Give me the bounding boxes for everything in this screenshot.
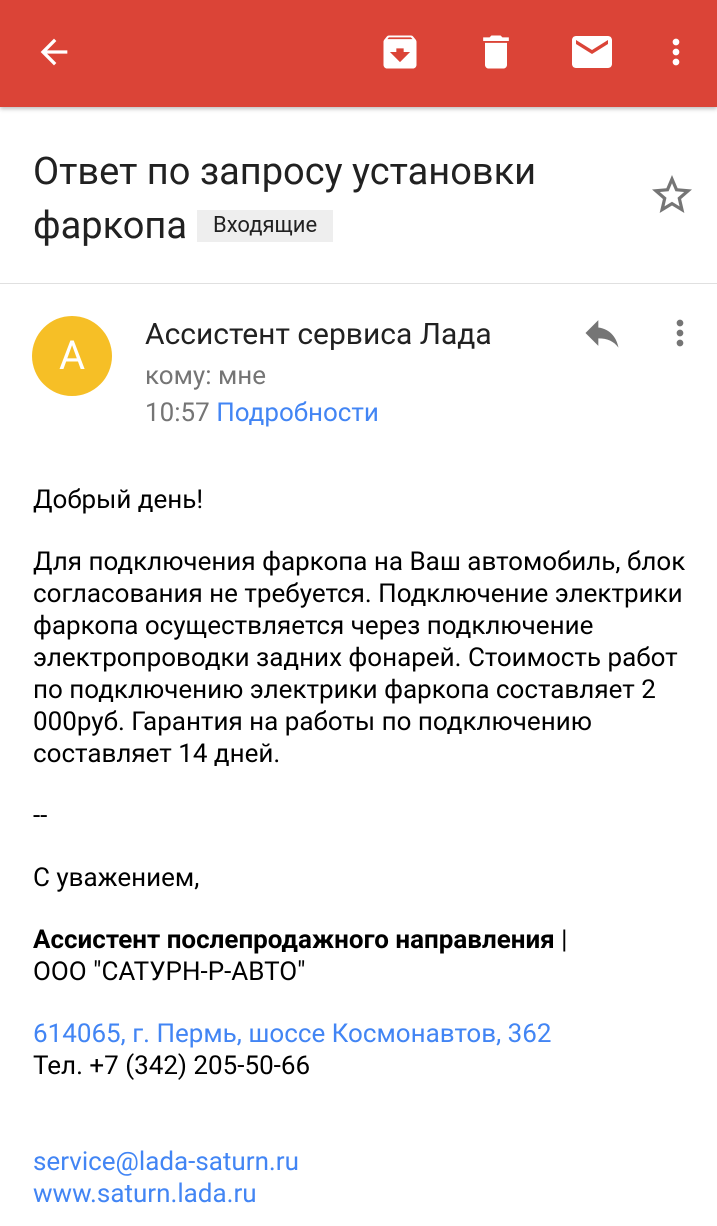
label-chip-inbox[interactable]: Входящие <box>197 210 334 242</box>
more-vert-icon <box>676 319 684 347</box>
trash-icon <box>483 35 509 69</box>
signature-company: ООО "САТУРН-Р-АВТО" <box>33 957 306 987</box>
details-link[interactable]: Подробности <box>216 398 379 428</box>
message-body: Добрый день! Для подключения фаркопа на … <box>33 484 713 1210</box>
delete-button[interactable] <box>468 24 524 80</box>
back-button[interactable] <box>26 24 82 80</box>
signature-title: Ассистент послепродажного направления <box>33 925 555 955</box>
sender-avatar[interactable]: A <box>32 316 112 396</box>
address-link[interactable]: 614065, г. Пермь, шоссе Космонавтов, 362 <box>33 1018 713 1050</box>
reply-button[interactable] <box>574 309 630 357</box>
regards: С уважением, <box>33 863 200 893</box>
email-subject: Ответ по запросу установки фаркопа Входящ… <box>33 145 613 253</box>
phone: Тел. +7 (342) 205-50-66 <box>33 1051 311 1081</box>
archive-button[interactable] <box>372 24 428 80</box>
mark-unread-button[interactable] <box>564 24 620 80</box>
signature-pipe: | <box>554 925 568 955</box>
time-line: 10:57 Подробности <box>145 395 379 431</box>
sender-name: Ассистент сервиса Лада <box>145 317 492 352</box>
more-vert-icon <box>672 38 680 66</box>
message-more-button[interactable] <box>656 309 704 357</box>
mail-icon <box>572 36 612 68</box>
signature-title-line: Ассистент послепродажного направления | <box>33 924 713 956</box>
greeting: Добрый день! <box>33 485 204 515</box>
email-link[interactable]: service@lada-saturn.ru <box>33 1146 713 1178</box>
reply-icon <box>585 320 619 348</box>
star-button[interactable] <box>648 171 696 219</box>
back-arrow-icon <box>40 38 68 66</box>
toolbar-more-button[interactable] <box>648 24 704 80</box>
top-toolbar <box>0 0 717 107</box>
website-link[interactable]: www.saturn.lada.ru <box>33 1178 713 1210</box>
star-outline-icon <box>652 175 692 213</box>
subject-header: Ответ по запросу установки фаркопа Входящ… <box>0 107 717 284</box>
archive-icon <box>383 35 417 69</box>
message-time: 10:57 <box>145 398 210 428</box>
signature-separator: -- <box>33 801 48 831</box>
recipient-line: кому: мне <box>145 361 267 391</box>
body-paragraph: Для подключения фаркопа на Ваш автомобил… <box>33 547 686 769</box>
